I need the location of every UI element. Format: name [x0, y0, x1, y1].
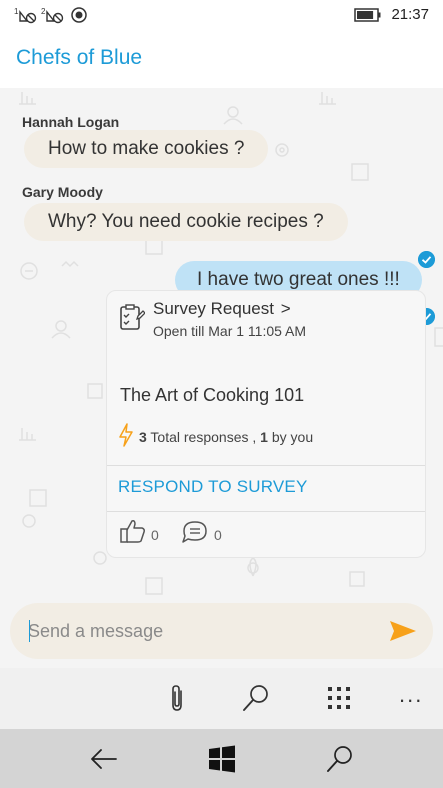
survey-name: The Art of Cooking 101 — [120, 385, 305, 405]
system-nav-bar — [0, 729, 443, 788]
message-text: Why? You need cookie recipes ? — [48, 211, 324, 232]
signal-sim1-icon: 1 — [14, 7, 37, 24]
text-caret — [29, 620, 30, 642]
search-icon[interactable] — [324, 743, 356, 775]
message-input[interactable] — [28, 618, 368, 644]
svg-text:1: 1 — [14, 7, 19, 16]
message-bubble-incoming[interactable]: Why? You need cookie recipes ? — [24, 203, 348, 241]
divider — [107, 511, 425, 512]
total-responses-label: Total responses , — [146, 429, 261, 445]
survey-response-summary: 3 Total responses , 1 by you — [139, 429, 313, 445]
survey-deadline: Open till Mar 1 11:05 AM — [153, 323, 307, 339]
survey-request-link[interactable]: Survey Request > — [153, 299, 291, 319]
chevron-right-icon: > — [280, 299, 291, 318]
battery-icon — [354, 8, 381, 22]
signal-sim2-icon: 2 — [41, 7, 64, 24]
divider — [107, 465, 425, 466]
read-receipt-check-icon — [418, 251, 435, 268]
survey-clipboard-icon — [120, 304, 145, 330]
paperclip-icon[interactable] — [162, 682, 194, 714]
comment-count: 0 — [214, 527, 222, 543]
sender-name: Hannah Logan — [22, 114, 120, 130]
by-you-count: 1 — [260, 429, 268, 445]
message-text: How to make cookies ? — [48, 138, 245, 159]
survey-card[interactable]: Survey Request > Open till Mar 1 11:05 A… — [106, 290, 426, 558]
send-icon[interactable] — [388, 618, 418, 644]
like-count: 0 — [151, 527, 159, 543]
respond-to-survey-button[interactable]: RESPOND TO SURVEY — [118, 477, 308, 497]
app-bar: ... — [0, 668, 443, 729]
chat-title[interactable]: Chefs of Blue — [16, 46, 142, 70]
more-options-button[interactable]: ... — [399, 682, 423, 708]
sender-name: Gary Moody — [22, 184, 103, 200]
chat-area[interactable]: Hannah Logan How to make cookies ? Gary … — [0, 88, 443, 600]
message-composer[interactable] — [10, 603, 433, 659]
search-icon[interactable] — [240, 682, 272, 714]
grid-icon[interactable] — [323, 682, 355, 714]
total-responses-count: 3 — [139, 429, 147, 445]
by-you-label: by you — [267, 429, 314, 445]
back-arrow-icon[interactable] — [88, 743, 120, 775]
windows-logo-icon[interactable] — [206, 743, 238, 775]
comment-icon[interactable] — [181, 519, 209, 545]
record-icon — [71, 7, 87, 23]
clock: 21:37 — [391, 6, 429, 23]
survey-request-title: Survey Request — [153, 299, 274, 318]
lightning-icon — [119, 423, 133, 447]
svg-text:2: 2 — [41, 7, 46, 16]
message-bubble-incoming[interactable]: How to make cookies ? — [24, 130, 269, 168]
message-text: I have two great ones !!! — [197, 269, 400, 290]
battery-level-fill — [357, 11, 374, 19]
chat-header: Chefs of Blue — [0, 32, 443, 88]
composer-area — [0, 600, 443, 668]
like-icon[interactable] — [119, 517, 147, 545]
status-bar: 1 2 21:37 — [0, 0, 443, 32]
